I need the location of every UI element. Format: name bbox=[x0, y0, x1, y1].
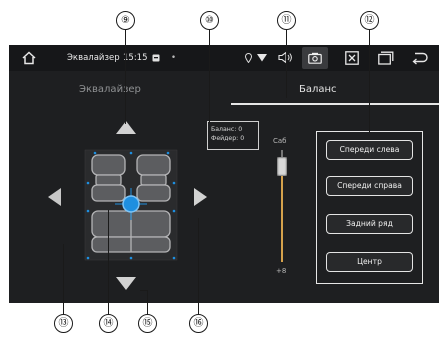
head-unit-screen: Эквалайзер 15:15 • Эквалайзер Баланс Бал… bbox=[9, 45, 439, 303]
callout-15: ⑮ bbox=[138, 314, 157, 333]
callout-leader bbox=[147, 290, 148, 314]
close-box-icon[interactable] bbox=[345, 51, 359, 65]
up-arrow-icon[interactable] bbox=[116, 121, 136, 134]
callout-10: ⑩ bbox=[200, 11, 219, 30]
callout-12: ⑫ bbox=[360, 11, 379, 30]
callout-14: ⑭ bbox=[99, 314, 118, 333]
status-title: Эквалайзер bbox=[67, 53, 120, 63]
subwoofer-slider-thumb[interactable] bbox=[277, 157, 287, 176]
callout-9: ⑨ bbox=[116, 11, 135, 30]
subwoofer-value: +8 bbox=[276, 267, 287, 275]
center-button[interactable]: Центр bbox=[326, 252, 413, 272]
tab-balance[interactable]: Баланс bbox=[299, 83, 337, 97]
active-tab-indicator bbox=[231, 103, 439, 105]
left-arrow-icon[interactable] bbox=[48, 188, 61, 206]
home-icon[interactable] bbox=[22, 51, 36, 65]
status-dot: • bbox=[171, 53, 177, 63]
callout-leader bbox=[125, 28, 126, 124]
callout-16: ⑯ bbox=[189, 314, 208, 333]
callout-leader bbox=[209, 28, 210, 123]
front-right-button[interactable]: Спереди справа bbox=[326, 176, 413, 196]
slider-track-top bbox=[281, 150, 283, 157]
callout-leader bbox=[198, 218, 199, 314]
tab-equalizer[interactable]: Эквалайзер bbox=[79, 83, 141, 97]
down-arrow-icon[interactable] bbox=[116, 277, 136, 290]
callout-leader bbox=[63, 244, 64, 314]
status-bar: Эквалайзер 15:15 • bbox=[9, 45, 439, 71]
screenshot-button[interactable] bbox=[302, 47, 328, 69]
subwoofer-slider-track[interactable] bbox=[281, 176, 283, 262]
balance-cursor[interactable] bbox=[122, 195, 140, 213]
right-arrow-icon[interactable] bbox=[194, 188, 207, 206]
subwoofer-label: Саб bbox=[273, 137, 287, 145]
location-pin-icon bbox=[245, 53, 252, 63]
camera-icon bbox=[308, 52, 322, 64]
status-time: 15:15 bbox=[123, 53, 148, 63]
wifi-icon bbox=[257, 54, 267, 62]
rear-row-button[interactable]: Задний ряд bbox=[326, 214, 413, 234]
position-presets-panel: Спереди слева Спереди справа Задний ряд … bbox=[316, 131, 423, 284]
back-icon[interactable] bbox=[412, 51, 428, 65]
callout-leader bbox=[140, 290, 147, 291]
callout-11: ⑪ bbox=[277, 11, 296, 30]
callout-leader bbox=[286, 28, 287, 98]
callout-leader bbox=[369, 28, 370, 133]
callout-leader bbox=[108, 210, 109, 314]
recent-apps-icon[interactable] bbox=[378, 51, 394, 65]
callout-13: ⑬ bbox=[54, 314, 73, 333]
notification-icon bbox=[152, 54, 160, 62]
front-left-button[interactable]: Спереди слева bbox=[326, 140, 413, 160]
